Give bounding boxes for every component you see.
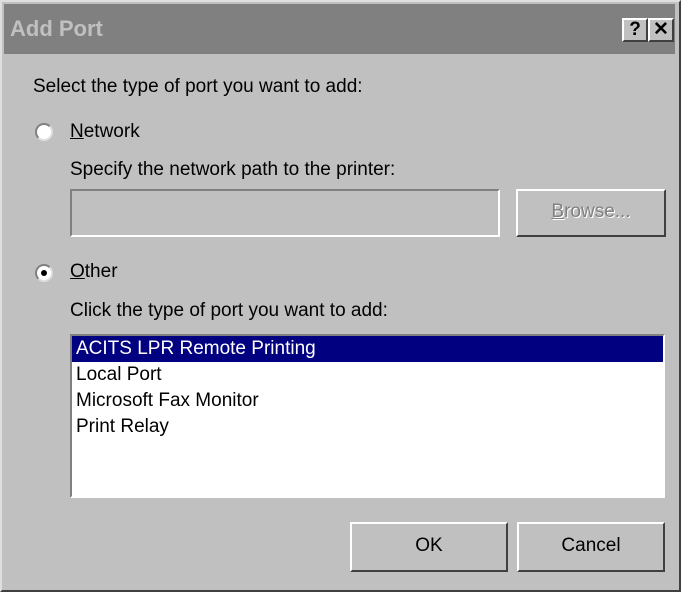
- network-path-input[interactable]: [72, 191, 498, 235]
- radio-selected-dot: [41, 270, 47, 276]
- other-radio-label[interactable]: Other: [70, 260, 118, 284]
- port-type-prompt: Select the type of port you want to add:: [33, 76, 363, 97]
- cancel-button[interactable]: Cancel: [517, 522, 665, 572]
- port-type-list[interactable]: ACITS LPR Remote Printing Local Port Mic…: [70, 334, 665, 498]
- network-radio-label[interactable]: Network: [70, 120, 140, 144]
- browse-button[interactable]: Browse...: [516, 189, 666, 237]
- help-button[interactable]: ?: [622, 18, 648, 42]
- close-icon: ✕: [653, 19, 669, 40]
- ok-button[interactable]: OK: [350, 522, 508, 572]
- list-item[interactable]: Microsoft Fax Monitor: [72, 388, 663, 414]
- network-path-label: Specify the network path to the printer:: [70, 159, 396, 180]
- other-radio[interactable]: [35, 264, 53, 282]
- title-bar[interactable]: Add Port ? ✕: [4, 4, 675, 54]
- help-icon: ?: [629, 19, 641, 40]
- port-list-label: Click the type of port you want to add:: [70, 300, 388, 321]
- network-path-field[interactable]: [70, 189, 500, 237]
- list-item[interactable]: ACITS LPR Remote Printing: [72, 336, 663, 362]
- dialog-title: Add Port: [10, 16, 103, 41]
- list-item[interactable]: Print Relay: [72, 414, 663, 440]
- list-item[interactable]: Local Port: [72, 362, 663, 388]
- close-button[interactable]: ✕: [648, 18, 674, 42]
- network-radio[interactable]: [35, 123, 53, 141]
